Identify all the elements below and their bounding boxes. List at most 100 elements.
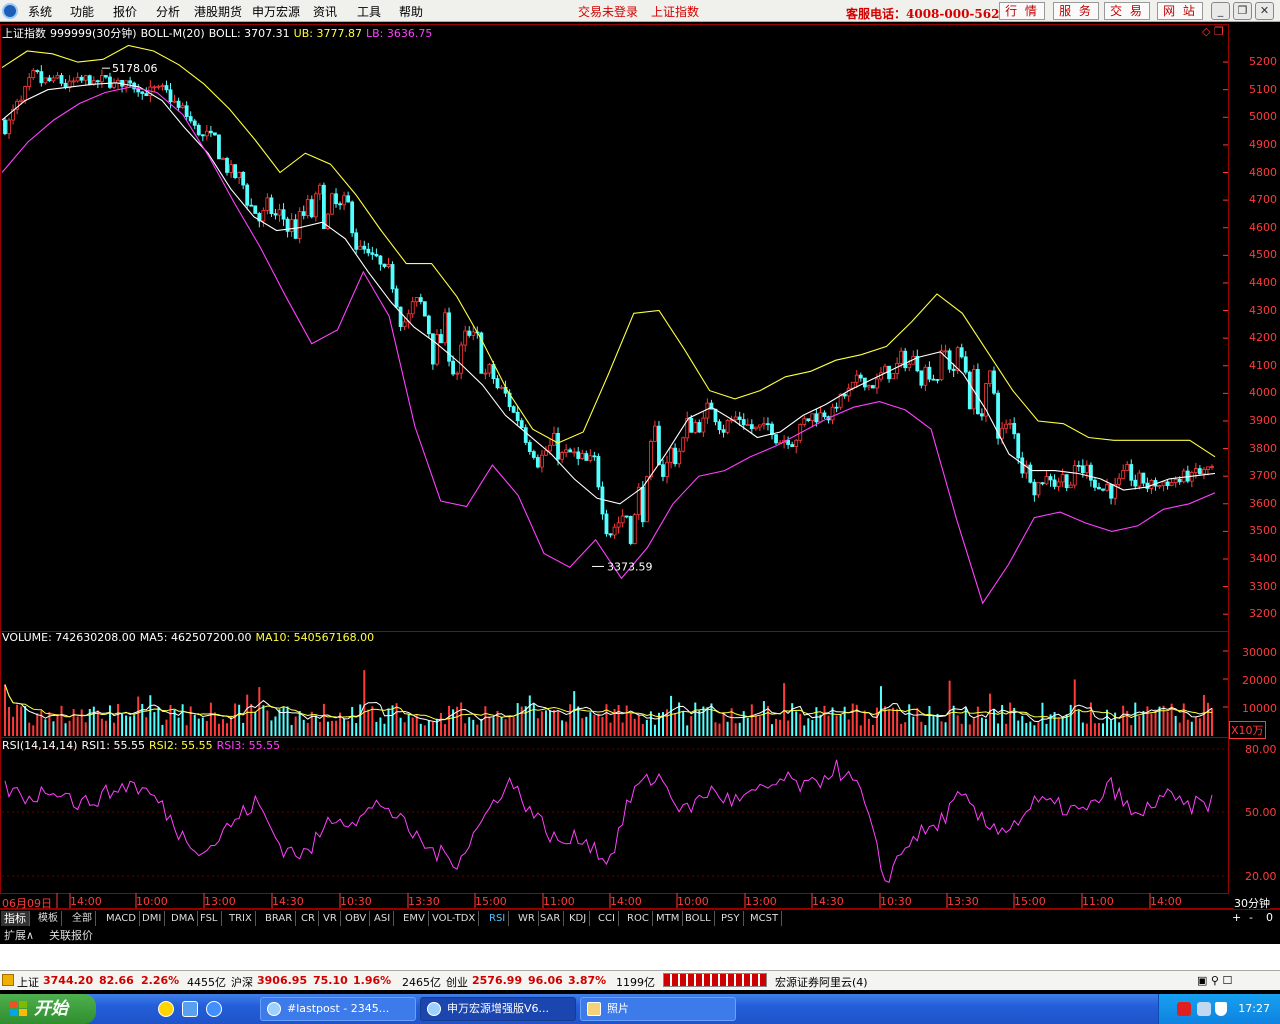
hs-value: 3906.95 <box>257 974 308 987</box>
candle-body <box>846 387 851 397</box>
candle-body <box>923 366 928 386</box>
tab-vol-tdx[interactable]: VOL-TDX <box>429 911 480 926</box>
sh-name[interactable]: 上证 <box>17 974 39 990</box>
candle-body <box>164 85 169 91</box>
panel-toggle-icon[interactable]: ◇ ❐ <box>1202 25 1224 38</box>
candle-body <box>697 422 702 433</box>
tab-emv[interactable]: EMV <box>400 911 429 926</box>
tab-cr[interactable]: CR <box>298 911 319 926</box>
tab-psy[interactable]: PSY <box>718 911 744 926</box>
ma10-value: MA10: 540567168.00 <box>255 631 375 644</box>
trading-app-icon <box>427 1002 441 1016</box>
candle-body <box>600 486 605 515</box>
tab-boll[interactable]: BOLL <box>682 911 715 926</box>
candle-body <box>59 75 64 84</box>
tray-shield-icon[interactable] <box>1215 1002 1227 1016</box>
candle-body <box>217 134 221 160</box>
tray-app-icon[interactable] <box>1177 1002 1191 1016</box>
tab-dma[interactable]: DMA <box>168 911 199 926</box>
tray-network-icon[interactable] <box>1197 1002 1211 1016</box>
candlesticks <box>3 65 1214 546</box>
index-code: 999999(30分钟) <box>50 27 137 40</box>
candle-body <box>657 425 661 466</box>
hs-name[interactable]: 沪深 <box>231 974 253 990</box>
tab-obv[interactable]: OBV <box>342 911 371 926</box>
quicklaunch-icon-1[interactable] <box>158 1001 174 1017</box>
quicklaunch-icon-3[interactable] <box>206 1001 222 1017</box>
tab-fsl[interactable]: FSL <box>197 911 222 926</box>
candle-body <box>366 248 371 254</box>
tab-template[interactable]: 模板 <box>35 911 62 926</box>
candle-body <box>1133 479 1138 487</box>
candle-body <box>467 330 472 336</box>
expand-tab[interactable]: 扩展∧ <box>4 927 34 943</box>
candle-body <box>156 85 161 88</box>
x-tick-label: 14:30 <box>272 895 304 908</box>
tab-brar[interactable]: BRAR <box>262 911 297 926</box>
tab-rsi[interactable]: RSI <box>486 911 510 926</box>
tab-indicator[interactable]: 指标 <box>1 911 30 926</box>
cy-name[interactable]: 创业 <box>446 974 468 990</box>
candle-body <box>1129 464 1134 481</box>
tab-trix[interactable]: TRIX <box>226 911 256 926</box>
tab-kdj[interactable]: KDJ <box>566 911 591 926</box>
related-quotes-tab[interactable]: 关联报价 <box>49 927 93 943</box>
candle-body <box>1048 476 1053 481</box>
candle-body <box>188 116 193 122</box>
tray-status-icons[interactable]: ▣ ⚲ ☐ <box>1197 974 1232 987</box>
rsi3-value: RSI3: 55.55 <box>216 739 281 752</box>
tab-mtm[interactable]: MTM <box>653 911 684 926</box>
candle-body <box>1056 481 1061 487</box>
candle-body <box>152 86 157 89</box>
tab-cci[interactable]: CCI <box>595 911 619 926</box>
candle-body <box>818 412 823 423</box>
candle-body <box>297 211 302 239</box>
zoom-in-button[interactable]: + <box>1232 911 1241 924</box>
candle-body <box>1193 468 1198 473</box>
candle-body <box>608 533 613 536</box>
tab-all[interactable]: 全部 <box>69 911 96 926</box>
zoom-out-button[interactable]: - <box>1249 911 1253 924</box>
tab-wr[interactable]: WR <box>515 911 539 926</box>
candle-body <box>269 197 274 214</box>
candle-body <box>394 288 399 308</box>
candle-body <box>1181 470 1186 483</box>
candle-body <box>794 439 799 447</box>
candle-body <box>140 91 145 94</box>
quicklaunch-icon-2[interactable] <box>182 1001 198 1017</box>
tab-vr[interactable]: VR <box>320 911 341 926</box>
candle-body <box>176 100 181 108</box>
tab-macd[interactable]: MACD <box>103 911 140 926</box>
tab-asi[interactable]: ASI <box>371 911 395 926</box>
tab-mcst[interactable]: MCST <box>747 911 783 926</box>
candle-body <box>866 385 871 388</box>
reset-button[interactable]: 0 <box>1266 911 1273 924</box>
candle-body <box>665 461 669 477</box>
taskbar-item-trading-app[interactable]: 申万宏源增强版V6... <box>420 997 576 1021</box>
browser-icon <box>267 1002 281 1016</box>
panel-frame <box>0 737 1229 894</box>
candle-body <box>1105 484 1109 491</box>
x-tick-label: 11:00 <box>543 895 575 908</box>
taskbar-item-photos[interactable]: 照片 <box>580 997 736 1021</box>
candle-body <box>741 419 746 426</box>
candle-body <box>128 80 133 84</box>
candle-body <box>87 75 92 86</box>
candle-body <box>35 70 40 73</box>
candle-body <box>414 297 419 303</box>
candle-body <box>572 451 577 454</box>
sh-value: 3744.20 <box>43 974 94 987</box>
tab-roc[interactable]: ROC <box>624 911 653 926</box>
candle-body <box>935 379 940 381</box>
vol-ytick-20000: 20000 <box>1242 674 1277 687</box>
chart-area[interactable]: 5178.06 3373.59 <box>0 0 1280 910</box>
tab-dmi[interactable]: DMI <box>139 911 166 926</box>
candle-body <box>588 455 593 461</box>
tab-sar[interactable]: SAR <box>537 911 565 926</box>
candle-body <box>648 440 653 478</box>
taskbar-item-browser[interactable]: #lastpost - 2345... <box>260 997 416 1021</box>
candle-body <box>1080 465 1085 474</box>
candle-body <box>988 370 992 385</box>
start-button[interactable]: 开始 <box>0 994 96 1024</box>
extreme-markers: 5178.06 3373.59 <box>102 62 653 573</box>
